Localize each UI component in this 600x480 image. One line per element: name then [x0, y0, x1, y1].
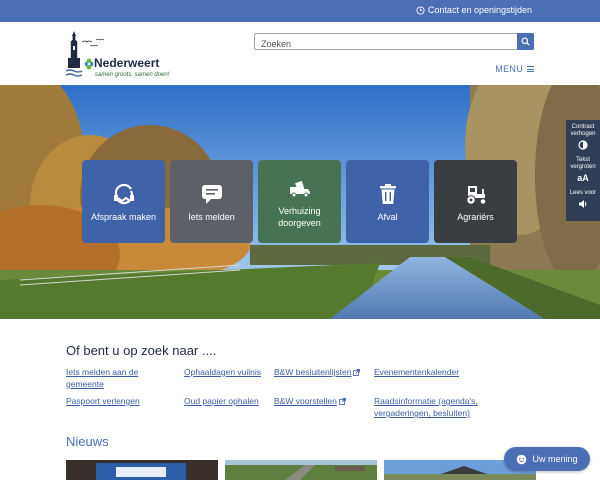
tile-afspraak-maken[interactable]: Afspraak maken — [82, 160, 165, 243]
tile-label: Afval — [377, 211, 398, 222]
link-paspoort-verlengen[interactable]: Paspoort verlengen — [66, 395, 140, 407]
site-header: Nederweert samen groots, samen doen! MEN… — [0, 22, 600, 85]
tile-label: Iets melden — [188, 211, 235, 222]
hero-banner: Afspraak maken Iets melden Verhuizing do… — [0, 85, 600, 319]
tile-label: Verhuizing doorgeven — [278, 205, 321, 228]
text-size-label: Tekst vergroten — [570, 157, 596, 170]
link-text: B&W voorstellen — [274, 396, 337, 406]
search-button[interactable] — [517, 33, 534, 50]
read-aloud-toggle[interactable]: Lees voor — [566, 186, 600, 219]
link-oud-papier-ophalen[interactable]: Oud papier ophalen — [184, 395, 259, 407]
link-ophaaldagen-vuilnis[interactable]: Ophaaldagen vuilnis — [184, 366, 261, 378]
tile-afval[interactable]: Afval — [346, 160, 429, 243]
link-text: Raadsinformatie (agenda's, — [374, 396, 478, 406]
chat-icon — [201, 184, 222, 204]
text-size-icon: aA — [577, 173, 589, 183]
feedback-button[interactable]: Uw mening — [504, 447, 590, 471]
link-bw-besluitenlijsten[interactable]: B&W besluitenlijsten — [274, 366, 361, 378]
link-text: B&W besluitenlijsten — [274, 367, 352, 377]
tile-verhuizing-doorgeven[interactable]: Verhuizing doorgeven — [258, 160, 341, 243]
contrast-icon — [566, 140, 600, 152]
link-evenementenkalender[interactable]: Evenementenkalender — [374, 366, 459, 378]
trash-icon — [379, 183, 396, 204]
menu-button[interactable]: MENU — [495, 64, 534, 74]
tile-agrariers[interactable]: Agrariërs — [434, 160, 517, 243]
search-icon — [521, 37, 530, 46]
search-box — [254, 33, 534, 52]
tractor-icon — [465, 185, 486, 205]
link-iets-melden-gemeente[interactable]: Iets melden aan de gemeente — [66, 366, 138, 390]
moving-truck-icon — [289, 180, 310, 197]
clock-icon — [416, 5, 425, 15]
top-bar: Contact en openingstijden — [0, 0, 600, 22]
link-text: vergaderingen, besluiten) — [374, 408, 470, 418]
quick-tiles: Afspraak maken Iets melden Verhuizing do… — [82, 160, 517, 243]
news-heading: Nieuws — [66, 434, 109, 449]
read-aloud-label: Lees voor — [569, 190, 597, 196]
link-raadsinformatie[interactable]: Raadsinformatie (agenda's, vergaderingen… — [374, 395, 478, 419]
contrast-toggle[interactable]: Contrast verhogen — [566, 120, 600, 153]
link-text: gemeente — [66, 379, 104, 389]
contact-link-label: Contact en openingstijden — [427, 5, 532, 15]
link-text: Iets melden aan de — [66, 367, 139, 377]
smiley-icon — [517, 454, 527, 464]
menu-label: MENU — [495, 64, 523, 74]
feedback-label: Uw mening — [532, 454, 578, 464]
handshake-icon — [113, 183, 134, 204]
news-card-image[interactable] — [66, 460, 218, 480]
speaker-icon — [566, 199, 600, 211]
search-input[interactable] — [255, 36, 517, 52]
logo-tagline: samen groots, samen doen! — [95, 72, 170, 78]
external-link-icon — [338, 398, 346, 405]
news-card-image[interactable] — [225, 460, 377, 480]
contact-link[interactable]: Contact en openingstijden — [416, 5, 532, 15]
text-size-toggle[interactable]: Tekst vergroten aA — [566, 153, 600, 186]
link-bw-voorstellen[interactable]: B&W voorstellen — [274, 395, 346, 407]
tile-iets-melden[interactable]: Iets melden — [170, 160, 253, 243]
external-link-icon — [353, 369, 361, 376]
search-suggestions-title: Of bent u op zoek naar .... — [66, 343, 217, 358]
tile-label: Afspraak maken — [90, 211, 157, 222]
contrast-label: Contrast verhogen — [570, 124, 596, 137]
tile-label: Agrariërs — [457, 211, 494, 222]
logo-title: Nederweert — [94, 56, 160, 70]
accessibility-panel: Contrast verhogen Tekst vergroten aA Lee… — [566, 120, 600, 221]
hamburger-icon — [527, 66, 534, 72]
